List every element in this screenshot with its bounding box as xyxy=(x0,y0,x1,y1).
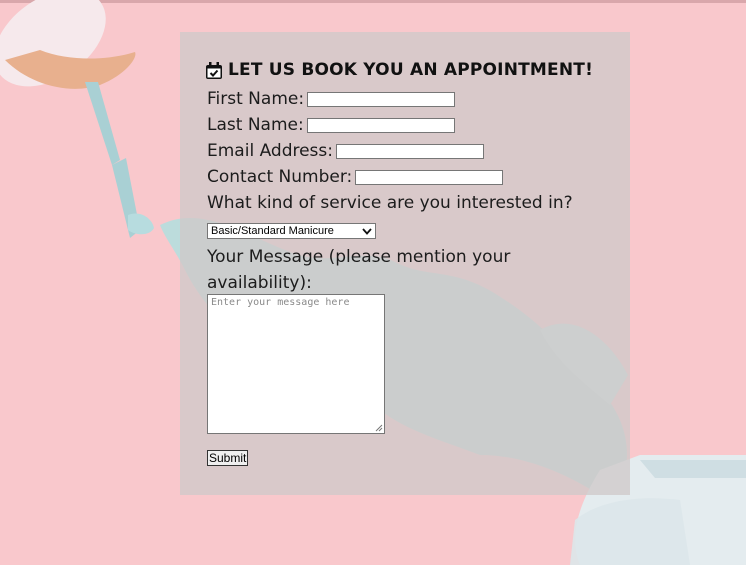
service-select-value: Basic/Standard Manicure xyxy=(211,225,334,237)
last-name-input[interactable] xyxy=(306,117,455,133)
contact-row: Contact Number: xyxy=(207,167,504,187)
resize-grip-icon[interactable] xyxy=(375,424,383,432)
service-question: What kind of service are you interested … xyxy=(207,193,573,213)
message-placeholder: Enter your message here xyxy=(211,297,350,308)
last-name-row: Last Name: xyxy=(207,115,455,135)
first-name-row: First Name: xyxy=(207,89,456,109)
chevron-down-icon xyxy=(362,227,372,235)
form-title-text: LET US BOOK YOU AN APPOINTMENT! xyxy=(228,60,594,80)
contact-input[interactable] xyxy=(355,169,504,185)
service-select[interactable]: Basic/Standard Manicure xyxy=(207,223,376,239)
email-input[interactable] xyxy=(336,143,484,159)
first-name-input[interactable] xyxy=(307,91,456,107)
first-name-label: First Name: xyxy=(207,89,305,109)
message-textarea[interactable]: Enter your message here xyxy=(207,294,385,434)
calendar-check-icon xyxy=(206,61,222,79)
form-title: LET US BOOK YOU AN APPOINTMENT! xyxy=(206,60,593,80)
submit-button[interactable]: Submit xyxy=(207,450,249,466)
last-name-label: Last Name: xyxy=(207,115,304,135)
email-row: Email Address: xyxy=(207,141,484,161)
email-label: Email Address: xyxy=(207,141,333,161)
message-label: Your Message (please mention your availa… xyxy=(207,247,511,293)
contact-label: Contact Number: xyxy=(207,167,353,187)
